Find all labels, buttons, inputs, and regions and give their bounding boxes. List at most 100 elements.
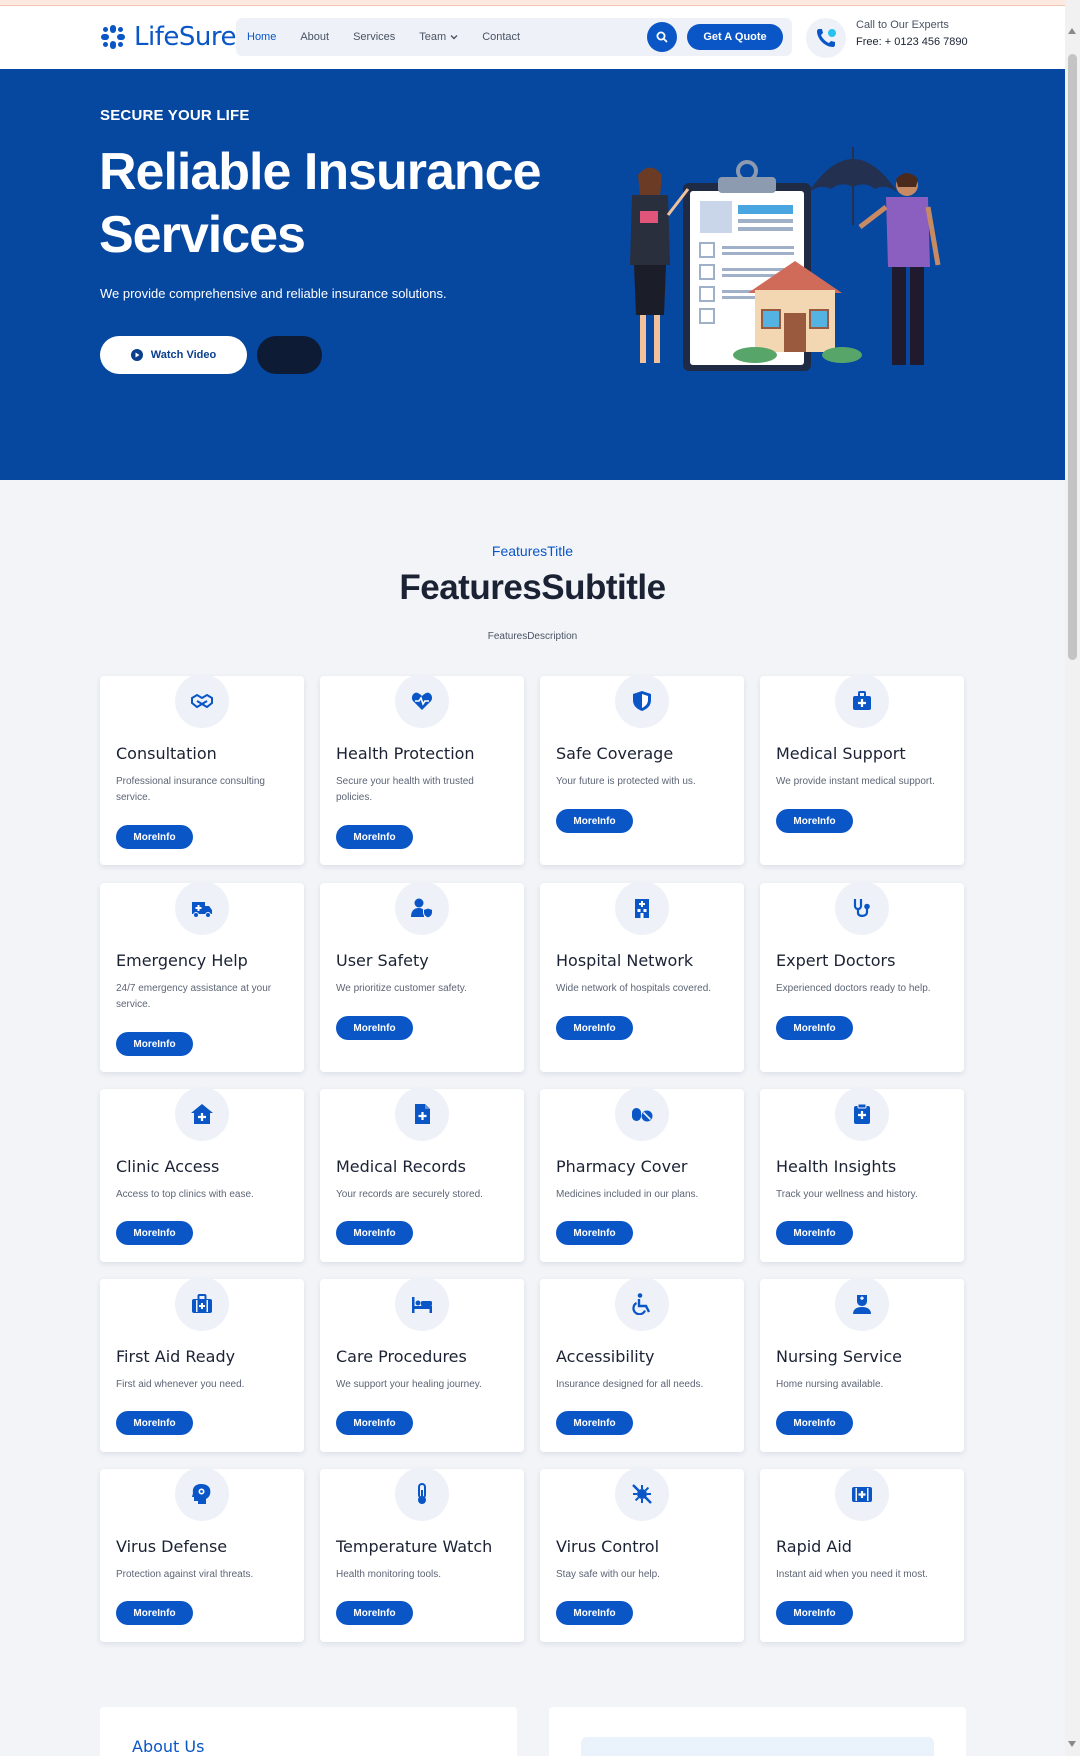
card-text: Access to top clinics with ease. [116,1189,254,1200]
wheelchair-icon [632,1293,651,1315]
card-icon-wrap [835,674,889,728]
logo[interactable]: LifeSure [100,22,236,52]
card-icon-wrap [175,881,229,935]
nav-contact[interactable]: Contact [482,31,520,43]
more-info-button[interactable]: MoreInfo [556,809,633,833]
card-icon-wrap [615,674,669,728]
card-icon-wrap [395,881,449,935]
nav-home[interactable]: Home [247,31,276,43]
more-info-button[interactable]: MoreInfo [336,1411,413,1435]
secondary-button[interactable] [257,336,322,374]
feature-card: Health Protection Secure your health wit… [320,674,524,865]
card-text: Insurance designed for all needs. [556,1379,704,1390]
call-icon-wrap[interactable] [806,18,846,58]
card-icon-wrap [175,1087,229,1141]
call-phone[interactable]: Free: + 0123 456 7890 [856,36,968,48]
more-info-button[interactable]: MoreInfo [776,1221,853,1245]
medical-file-icon [415,1104,430,1124]
card-title: User Safety [336,951,429,970]
more-info-button[interactable]: MoreInfo [776,1016,853,1040]
more-info-button[interactable]: MoreInfo [556,1016,633,1040]
nav-about[interactable]: About [300,31,329,43]
search-icon [656,31,668,43]
logo-icon [101,25,125,49]
watch-video-button[interactable]: Watch Video [100,336,247,374]
logo-text: LifeSure [134,22,236,52]
card-title: Clinic Access [116,1157,220,1176]
feature-card: Hospital Network Wide network of hospita… [540,881,744,1072]
feature-card: Safe Coverage Your future is protected w… [540,674,744,865]
ambulance-icon [192,902,212,918]
more-info-button[interactable]: MoreInfo [116,1032,193,1056]
scrollbar[interactable] [1065,0,1080,1756]
chevron-down-icon [450,35,458,40]
features-title: FeaturesTitle [491,543,574,559]
more-info-button[interactable]: MoreInfo [336,1601,413,1625]
medkit-icon [853,691,871,710]
card-icon-wrap [395,1467,449,1521]
card-text: Your records are securely stored. [336,1189,483,1200]
more-info-button[interactable]: MoreInfo [556,1411,633,1435]
feature-card: Virus Control Stay safe with our help. M… [540,1467,744,1642]
card-title: Medical Support [776,744,906,763]
more-info-button[interactable]: MoreInfo [336,1221,413,1245]
scroll-thumb[interactable] [1068,54,1077,660]
card-icon-wrap [615,1467,669,1521]
card-title: Accessibility [556,1347,655,1366]
scroll-down-arrow-icon[interactable] [1068,1741,1076,1747]
feature-card: Emergency Help 24/7 emergency assistance… [100,881,304,1072]
more-info-button[interactable]: MoreInfo [116,1411,193,1435]
card-title: Consultation [116,744,217,763]
card-text: First aid whenever you need. [116,1379,245,1390]
first-aid-box-icon [852,1487,872,1502]
more-info-button[interactable]: MoreInfo [336,1016,413,1040]
card-title: Safe Coverage [556,744,674,763]
features-subtitle: FeaturesSubtitle [399,568,666,607]
more-info-button[interactable]: MoreInfo [776,1601,853,1625]
virus-head-icon [192,1484,211,1504]
card-text: We provide instant medical support. [776,776,935,787]
card-title: Virus Control [556,1537,660,1556]
main-nav: Home About Services Team Contact Get A Q… [236,18,792,56]
virus-slash-icon [632,1484,652,1504]
more-info-button[interactable]: MoreInfo [556,1221,633,1245]
user-shield-icon [411,898,433,919]
card-icon-wrap [835,1087,889,1141]
scroll-up-arrow-icon[interactable] [1068,28,1076,34]
card-icon-wrap [395,1277,449,1331]
hero-title: Reliable Insurance Services [99,143,542,264]
feature-card: First Aid Ready First aid whenever you n… [100,1277,304,1452]
insurance-illustration [630,147,941,371]
more-info-button[interactable]: MoreInfo [116,1601,193,1625]
feature-card: Rapid Aid Instant aid when you need it m… [760,1467,964,1642]
feature-card: Care Procedures We support your healing … [320,1277,524,1452]
card-title: First Aid Ready [116,1347,236,1366]
nav-team[interactable]: Team [419,31,458,43]
more-info-button[interactable]: MoreInfo [336,825,413,849]
get-quote-button[interactable]: Get A Quote [687,24,783,50]
hospital-icon [635,899,649,918]
card-text: Health monitoring tools. [336,1569,442,1580]
hero-description: We provide comprehensive and reliable in… [100,286,447,301]
card-icon-wrap [835,881,889,935]
feature-card: Temperature Watch Health monitoring tool… [320,1467,524,1642]
card-icon-wrap [615,1087,669,1141]
card-text: Home nursing available. [776,1379,884,1390]
more-info-button[interactable]: MoreInfo [776,1411,853,1435]
feature-card: Medical Support We provide instant medic… [760,674,964,865]
search-button[interactable] [647,22,677,52]
card-icon-wrap [395,1087,449,1141]
card-text: Stay safe with our help. [556,1569,660,1580]
more-info-button[interactable]: MoreInfo [116,1221,193,1245]
card-title: Health Insights [776,1157,897,1176]
more-info-button[interactable]: MoreInfo [556,1601,633,1625]
card-title: Health Protection [336,744,475,763]
more-info-button[interactable]: MoreInfo [776,809,853,833]
watch-video-label: Watch Video [150,349,217,361]
more-info-button[interactable]: MoreInfo [116,825,193,849]
card-text: Protection against viral threats. [116,1569,254,1580]
card-text: We support your healing journey. [336,1379,482,1390]
page: LifeSure Home About Services Team Contac… [0,0,1065,1756]
nav-services[interactable]: Services [353,31,395,43]
handshake-icon [191,693,213,709]
